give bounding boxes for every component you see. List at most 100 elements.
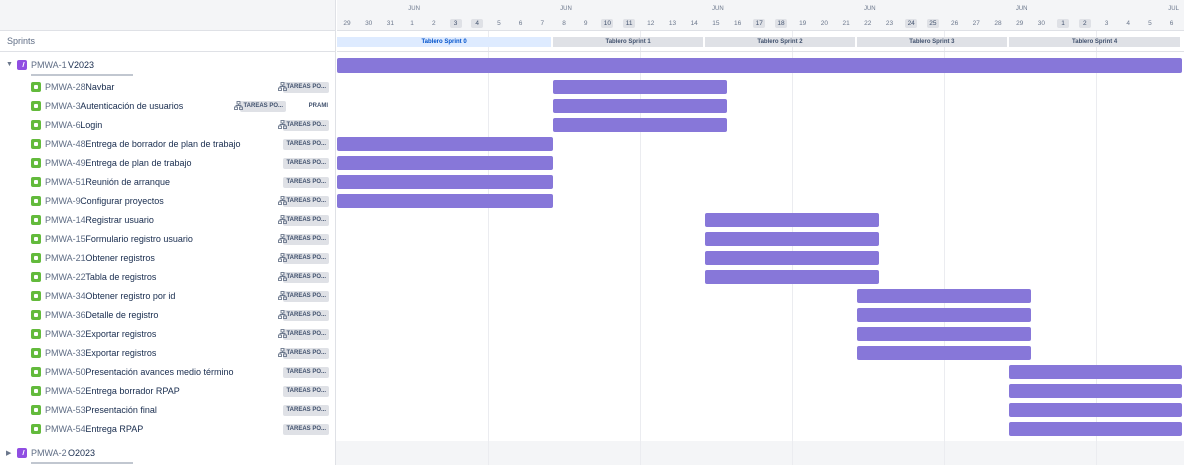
issue-key[interactable]: PMWA-9: [45, 196, 81, 206]
epic-row[interactable]: ▶ PMWA-2 O2023: [0, 441, 335, 465]
sprint-chip[interactable]: TAREAS PO...: [283, 177, 329, 188]
issue-timeline-bar[interactable]: [553, 99, 727, 113]
sprint-block[interactable]: Tablero Sprint 0: [337, 37, 552, 47]
sprint-chip[interactable]: TAREAS PO...: [283, 386, 329, 397]
issue-row[interactable]: PMWA-33 Exportar registros TAREAS PO...: [0, 344, 335, 363]
issue-key[interactable]: PMWA-51: [45, 177, 86, 187]
issue-row[interactable]: PMWA-21 Obtener registros TAREAS PO...: [0, 249, 335, 268]
sprint-chip[interactable]: TAREAS PO...: [283, 215, 329, 226]
issue-summary[interactable]: Presentación final: [85, 405, 157, 415]
sprint-chip[interactable]: TAREAS PO...: [283, 348, 329, 359]
issue-summary[interactable]: Entrega de borrador de plan de trabajo: [85, 139, 240, 149]
issue-key[interactable]: PMWA-54: [45, 424, 86, 434]
issue-summary[interactable]: Login: [80, 120, 102, 130]
issue-timeline-bar[interactable]: [337, 156, 554, 170]
issue-summary[interactable]: Reunión de arranque: [85, 177, 170, 187]
epic-timeline-bar[interactable]: [337, 58, 1182, 73]
issue-key[interactable]: PMWA-33: [45, 348, 86, 358]
issue-timeline-bar[interactable]: [705, 251, 879, 265]
issue-key[interactable]: PMWA-32: [45, 329, 86, 339]
sprint-block[interactable]: Tablero Sprint 3: [856, 37, 1007, 47]
issue-summary[interactable]: Obtener registros: [85, 253, 155, 263]
issue-summary[interactable]: Tabla de registros: [85, 272, 156, 282]
issue-summary[interactable]: Formulario registro usuario: [85, 234, 193, 244]
issue-row[interactable]: PMWA-14 Registrar usuario TAREAS PO...: [0, 211, 335, 230]
issue-row[interactable]: PMWA-36 Detalle de registro TAREAS PO...: [0, 306, 335, 325]
issue-row[interactable]: PMWA-6 Login TAREAS PO...: [0, 116, 335, 135]
sprint-chip[interactable]: TAREAS PO...: [240, 101, 286, 112]
issue-row[interactable]: PMWA-9 Configurar proyectos TAREAS PO...: [0, 192, 335, 211]
sprint-block[interactable]: Tablero Sprint 2: [705, 37, 855, 47]
sprint-chip[interactable]: TAREAS PO...: [283, 405, 329, 416]
issue-key[interactable]: PMWA-50: [45, 367, 86, 377]
epic-name[interactable]: O2023: [68, 448, 95, 458]
issue-row[interactable]: PMWA-52 Entrega borrador RPAP TAREAS PO...: [0, 382, 335, 401]
issue-timeline-bar[interactable]: [553, 80, 727, 94]
issue-key[interactable]: PMWA-52: [45, 386, 86, 396]
issue-row[interactable]: PMWA-51 Reunión de arranque TAREAS PO...: [0, 173, 335, 192]
issue-summary[interactable]: Entrega borrador RPAP: [85, 386, 179, 396]
issue-row[interactable]: PMWA-49 Entrega de plan de trabajo TAREAS …: [0, 154, 335, 173]
sprint-chip[interactable]: TAREAS PO...: [283, 291, 329, 302]
issue-timeline-bar[interactable]: [705, 232, 879, 246]
issue-timeline-bar[interactable]: [553, 118, 727, 132]
assignee-label[interactable]: PRAMI: [309, 101, 328, 112]
issue-timeline-bar[interactable]: [856, 327, 1031, 341]
issue-summary[interactable]: Autenticación de usuarios: [80, 101, 183, 111]
chevron-down-icon[interactable]: ▼: [6, 61, 13, 68]
issue-timeline-bar[interactable]: [856, 289, 1031, 303]
sprint-chip[interactable]: TAREAS PO...: [283, 234, 329, 245]
issue-summary[interactable]: Exportar registros: [85, 348, 156, 358]
issue-timeline-bar[interactable]: [856, 346, 1031, 360]
issue-key[interactable]: PMWA-3: [45, 101, 81, 111]
issue-row[interactable]: PMWA-54 Entrega RPAP TAREAS PO...: [0, 420, 335, 439]
issue-key[interactable]: PMWA-48: [45, 139, 86, 149]
issue-key[interactable]: PMWA-15: [45, 234, 86, 244]
issue-row[interactable]: PMWA-28 Navbar TAREAS PO...: [0, 78, 335, 97]
issue-row[interactable]: PMWA-34 Obtener registro por id TAREAS PO.…: [0, 287, 335, 306]
issue-timeline-bar[interactable]: [337, 194, 554, 208]
sprint-block[interactable]: Tablero Sprint 4: [1008, 37, 1181, 47]
issue-timeline-bar[interactable]: [1008, 384, 1182, 398]
issue-key[interactable]: PMWA-28: [45, 82, 86, 92]
sprint-chip[interactable]: TAREAS PO...: [283, 253, 329, 264]
issue-key[interactable]: PMWA-14: [45, 215, 86, 225]
issue-timeline-bar[interactable]: [1008, 403, 1182, 417]
issue-summary[interactable]: Entrega RPAP: [85, 424, 143, 434]
issue-timeline-bar[interactable]: [1008, 365, 1182, 379]
epic-key[interactable]: PMWA-1: [31, 60, 67, 70]
timeline-panel[interactable]: JUN JUN JUN JUN JUN JUL 29 30 31 1 2 3 4 5 6 7 8 9 10 11 12 1…: [337, 0, 1184, 465]
issue-key[interactable]: PMWA-53: [45, 405, 86, 415]
sprint-chip[interactable]: TAREAS PO...: [283, 310, 329, 321]
issue-row[interactable]: PMWA-53 Presentación final TAREAS PO...: [0, 401, 335, 420]
issue-key[interactable]: PMWA-36: [45, 310, 86, 320]
issue-key[interactable]: PMWA-49: [45, 158, 86, 168]
issue-summary[interactable]: Configurar proyectos: [80, 196, 164, 206]
issue-summary[interactable]: Navbar: [85, 82, 114, 92]
issue-summary[interactable]: Obtener registro por id: [85, 291, 175, 301]
chevron-right-icon[interactable]: ▶: [6, 449, 11, 457]
sprint-chip[interactable]: TAREAS PO...: [283, 158, 329, 169]
epic-row[interactable]: ▼ PMWA-1 V2023: [0, 53, 335, 79]
issue-row[interactable]: PMWA-3 Autenticación de usuarios TAREAS PO…: [0, 97, 335, 116]
issue-timeline-bar[interactable]: [337, 137, 554, 151]
issue-key[interactable]: PMWA-34: [45, 291, 86, 301]
issue-row[interactable]: PMWA-48 Entrega de borrador de plan de tr…: [0, 135, 335, 154]
issue-timeline-bar[interactable]: [705, 270, 879, 284]
issue-timeline-bar[interactable]: [705, 213, 879, 227]
issue-row[interactable]: PMWA-15 Formulario registro usuario TAREAS…: [0, 230, 335, 249]
sprint-chip[interactable]: TAREAS PO...: [283, 82, 329, 93]
sprint-chip[interactable]: TAREAS PO...: [283, 367, 329, 378]
issue-key[interactable]: PMWA-6: [45, 120, 81, 130]
issue-summary[interactable]: Detalle de registro: [85, 310, 158, 320]
epic-name[interactable]: V2023: [68, 60, 94, 70]
issue-key[interactable]: PMWA-21: [45, 253, 86, 263]
issue-row[interactable]: PMWA-50 Presentación avances medio términ…: [0, 363, 335, 382]
sprint-chip[interactable]: TAREAS PO...: [283, 139, 329, 150]
issue-row[interactable]: PMWA-32 Exportar registros TAREAS PO...: [0, 325, 335, 344]
issue-timeline-bar[interactable]: [337, 175, 554, 189]
issue-summary[interactable]: Entrega de plan de trabajo: [85, 158, 191, 168]
issue-summary[interactable]: Registrar usuario: [85, 215, 154, 225]
sprint-block[interactable]: Tablero Sprint 1: [553, 37, 704, 47]
sprint-chip[interactable]: TAREAS PO...: [283, 424, 329, 435]
